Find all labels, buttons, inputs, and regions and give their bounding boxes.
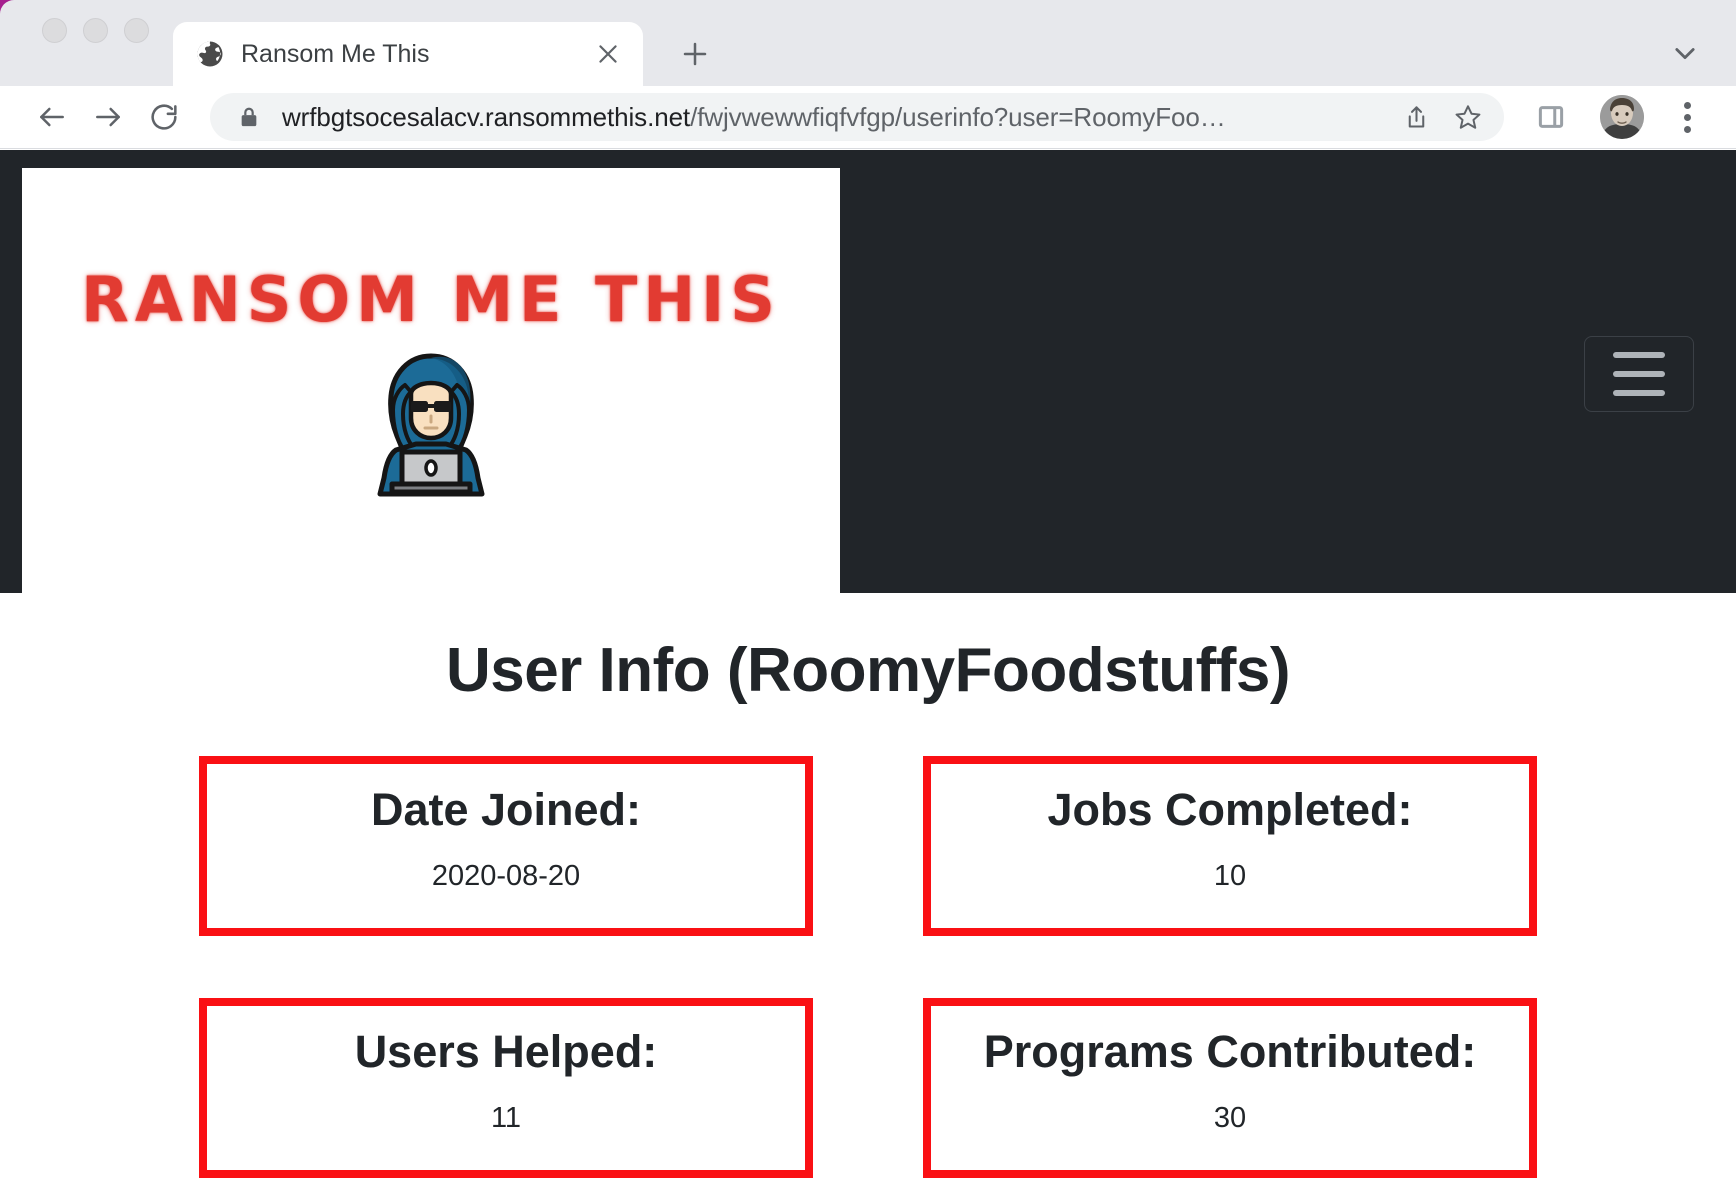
close-icon[interactable] <box>591 37 625 71</box>
card-label: Date Joined: <box>370 784 642 835</box>
window-controls <box>30 0 149 86</box>
site-navbar: RANSOM ME THIS <box>0 150 1736 593</box>
back-arrow-icon[interactable] <box>24 89 80 145</box>
chevron-down-icon[interactable] <box>1658 26 1712 80</box>
three-dot-menu-icon[interactable] <box>1660 90 1714 144</box>
browser-window: Ransom Me This wrfbgtsocesalacv.ransomme… <box>0 0 1736 1192</box>
avatar[interactable] <box>1600 95 1644 139</box>
card-label: Programs Contributed: <box>983 1026 1477 1077</box>
card-programs-contributed: Programs Contributed: 30 <box>923 998 1537 1178</box>
url-path: /fwjvwewwfiqfvfgp/userinfo?user=RoomyFoo… <box>690 101 1226 132</box>
site-brand-logo[interactable]: RANSOM ME THIS <box>22 168 840 593</box>
card-value: 10 <box>1213 860 1247 893</box>
card-value: 30 <box>1213 1102 1247 1135</box>
forward-arrow-icon[interactable] <box>80 89 136 145</box>
window-corner-accent <box>0 0 16 16</box>
page-content: RANSOM ME THIS User Info (RoomyFoodstuff… <box>0 150 1736 1192</box>
hamburger-line <box>1613 371 1665 377</box>
page-title: User Info (RoomyFoodstuffs) <box>445 636 1291 705</box>
hamburger-line <box>1613 390 1665 396</box>
address-bar[interactable]: wrfbgtsocesalacv.ransommethis.net/fwjvwe… <box>210 93 1504 141</box>
star-icon[interactable] <box>1442 94 1494 140</box>
hacker-emoji <box>356 346 506 498</box>
menu-dot <box>1683 101 1691 109</box>
card-value: 2020-08-20 <box>431 860 581 893</box>
browser-toolbar: wrfbgtsocesalacv.ransommethis.net/fwjvwe… <box>0 86 1736 149</box>
browser-tab[interactable]: Ransom Me This <box>173 22 643 86</box>
lock-icon <box>236 102 262 132</box>
reload-icon[interactable] <box>136 89 192 145</box>
card-label: Jobs Completed: <box>1047 784 1413 835</box>
window-maximize-button[interactable] <box>124 17 149 43</box>
menu-dot <box>1683 125 1691 133</box>
menu-dot <box>1683 113 1691 121</box>
tab-title: Ransom Me This <box>241 39 430 68</box>
new-tab-button[interactable] <box>669 28 721 80</box>
url-text: wrfbgtsocesalacv.ransommethis.net/fwjvwe… <box>282 102 1390 133</box>
tab-strip: Ransom Me This <box>0 0 1736 86</box>
globe-icon <box>195 39 225 69</box>
card-label: Users Helped: <box>354 1026 658 1077</box>
brand-wordmark: RANSOM ME THIS <box>81 263 781 336</box>
hamburger-line <box>1613 352 1665 358</box>
card-users-helped: Users Helped: 11 <box>199 998 813 1178</box>
share-icon[interactable] <box>1390 94 1442 140</box>
card-jobs-completed: Jobs Completed: 10 <box>923 756 1537 936</box>
side-panel-icon[interactable] <box>1524 90 1578 144</box>
url-domain: wrfbgtsocesalacv.ransommethis.net <box>282 101 691 132</box>
card-value: 11 <box>490 1102 522 1135</box>
window-close-button[interactable] <box>42 17 67 43</box>
card-date-joined: Date Joined: 2020-08-20 <box>199 756 813 936</box>
user-info-cards: Date Joined: 2020-08-20 Jobs Completed: … <box>0 756 1736 1178</box>
window-minimize-button[interactable] <box>83 17 108 43</box>
navbar-toggle-button[interactable] <box>1584 336 1694 412</box>
